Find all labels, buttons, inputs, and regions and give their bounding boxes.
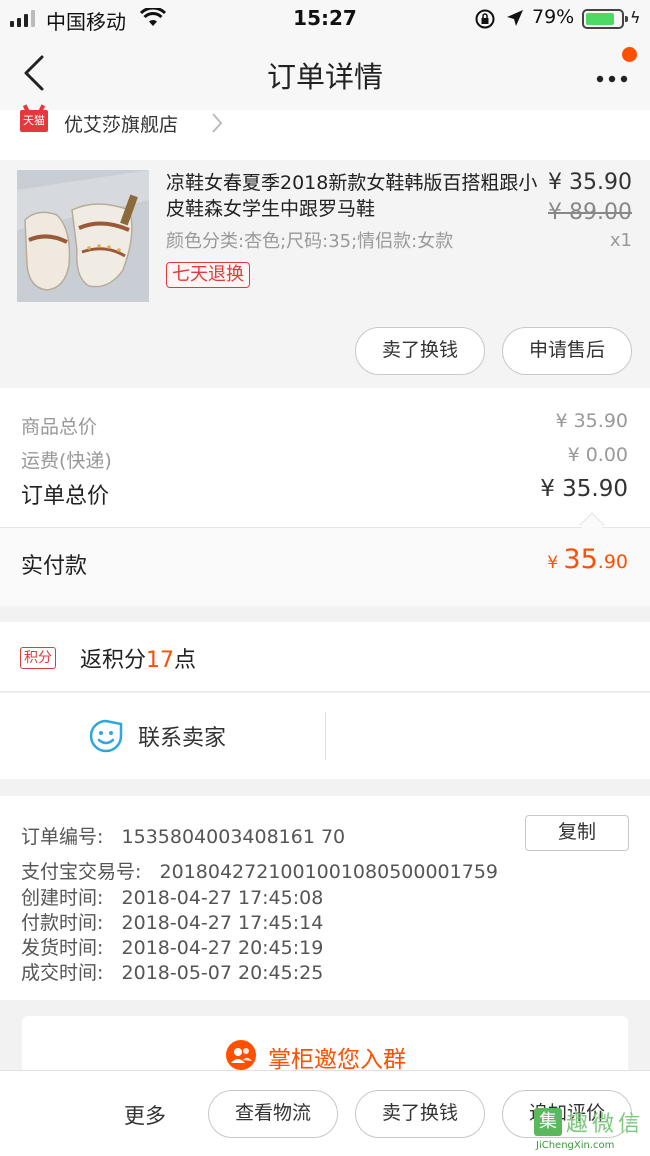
notification-dot	[622, 47, 637, 62]
completed-time: 成交时间: 2018-05-07 20:45:25	[21, 962, 324, 984]
view-logistics-button[interactable]: 查看物流	[208, 1090, 338, 1138]
shipping-value: ¥ 0.00	[567, 444, 628, 466]
battery-percent: 79%	[532, 6, 575, 28]
product-sku: 颜色分类:杏色;尺码:35;情侣款:女款	[166, 231, 454, 252]
paid-decimal: .90	[597, 551, 628, 573]
copy-button[interactable]: 复制	[525, 815, 629, 851]
product-original-price: ¥ 89.00	[548, 200, 632, 225]
created-time: 创建时间: 2018-04-27 17:45:08	[21, 887, 324, 909]
points-prefix: 返积分	[80, 648, 147, 673]
shop-name[interactable]: 优艾莎旗舰店	[64, 110, 178, 137]
tmall-icon: 天猫	[20, 110, 48, 132]
more-button[interactable]: 更多	[124, 1100, 166, 1130]
product-title[interactable]: 凉鞋女春夏季2018新款女鞋韩版百搭粗跟小皮鞋森女学生中跟罗马鞋	[166, 170, 538, 222]
page-title: 订单详情	[266, 60, 383, 94]
items-total-label: 商品总价	[21, 416, 98, 438]
items-total-value: ¥ 35.90	[555, 410, 628, 432]
order-total-value: ¥ 35.90	[540, 476, 628, 502]
points-value: 17	[146, 648, 175, 673]
points-tag: 积分	[20, 647, 56, 669]
chevron-right-icon	[210, 112, 224, 138]
alipay-trade-number: 支付宝交易号: 2018042721001001080500001759	[21, 861, 498, 883]
more-dots-icon[interactable]	[596, 68, 628, 87]
paid-currency: ¥	[547, 553, 564, 573]
location-icon	[505, 8, 525, 32]
order-number: 订单编号: 1535804003408161 70	[21, 826, 346, 848]
charging-icon: ϟ	[630, 8, 641, 27]
return-policy-tag: 七天退换	[166, 262, 250, 288]
group-icon	[226, 1040, 256, 1070]
contact-seller-button[interactable]: 联系卖家	[138, 720, 226, 752]
watermark-title: 趣微信	[566, 1112, 645, 1137]
paid-integer: 35	[563, 544, 598, 575]
watermark-mark: 集	[534, 1108, 562, 1136]
battery-icon	[582, 9, 628, 29]
points-text: 返积分17点	[80, 642, 196, 674]
sell-for-cash-button[interactable]: 卖了换钱	[355, 327, 485, 375]
product-quantity: x1	[609, 230, 632, 251]
points-suffix: 点	[174, 648, 197, 673]
after-sale-button[interactable]: 申请售后	[502, 327, 632, 375]
invite-label[interactable]: 掌柜邀您入群	[268, 1040, 406, 1074]
rotation-lock-icon	[474, 8, 496, 34]
contact-smile-icon[interactable]	[88, 718, 124, 758]
product-image[interactable]	[17, 170, 149, 302]
product-price: ¥ 35.90	[548, 170, 632, 195]
sell-for-cash-bottom-button[interactable]: 卖了换钱	[355, 1090, 485, 1138]
shipped-time: 发货时间: 2018-04-27 20:45:19	[21, 937, 324, 959]
contact-divider	[325, 712, 326, 760]
paid-time: 付款时间: 2018-04-27 17:45:14	[21, 912, 324, 934]
shipping-label: 运费(快递)	[21, 450, 112, 472]
paid-value: ¥ 35.90	[547, 544, 628, 575]
paid-label: 实付款	[21, 554, 88, 579]
watermark: 集 趣微信 JiChengXin.com	[534, 1104, 646, 1154]
watermark-url: JiChengXin.com	[536, 1140, 615, 1151]
order-total-label: 订单总价	[21, 484, 110, 509]
